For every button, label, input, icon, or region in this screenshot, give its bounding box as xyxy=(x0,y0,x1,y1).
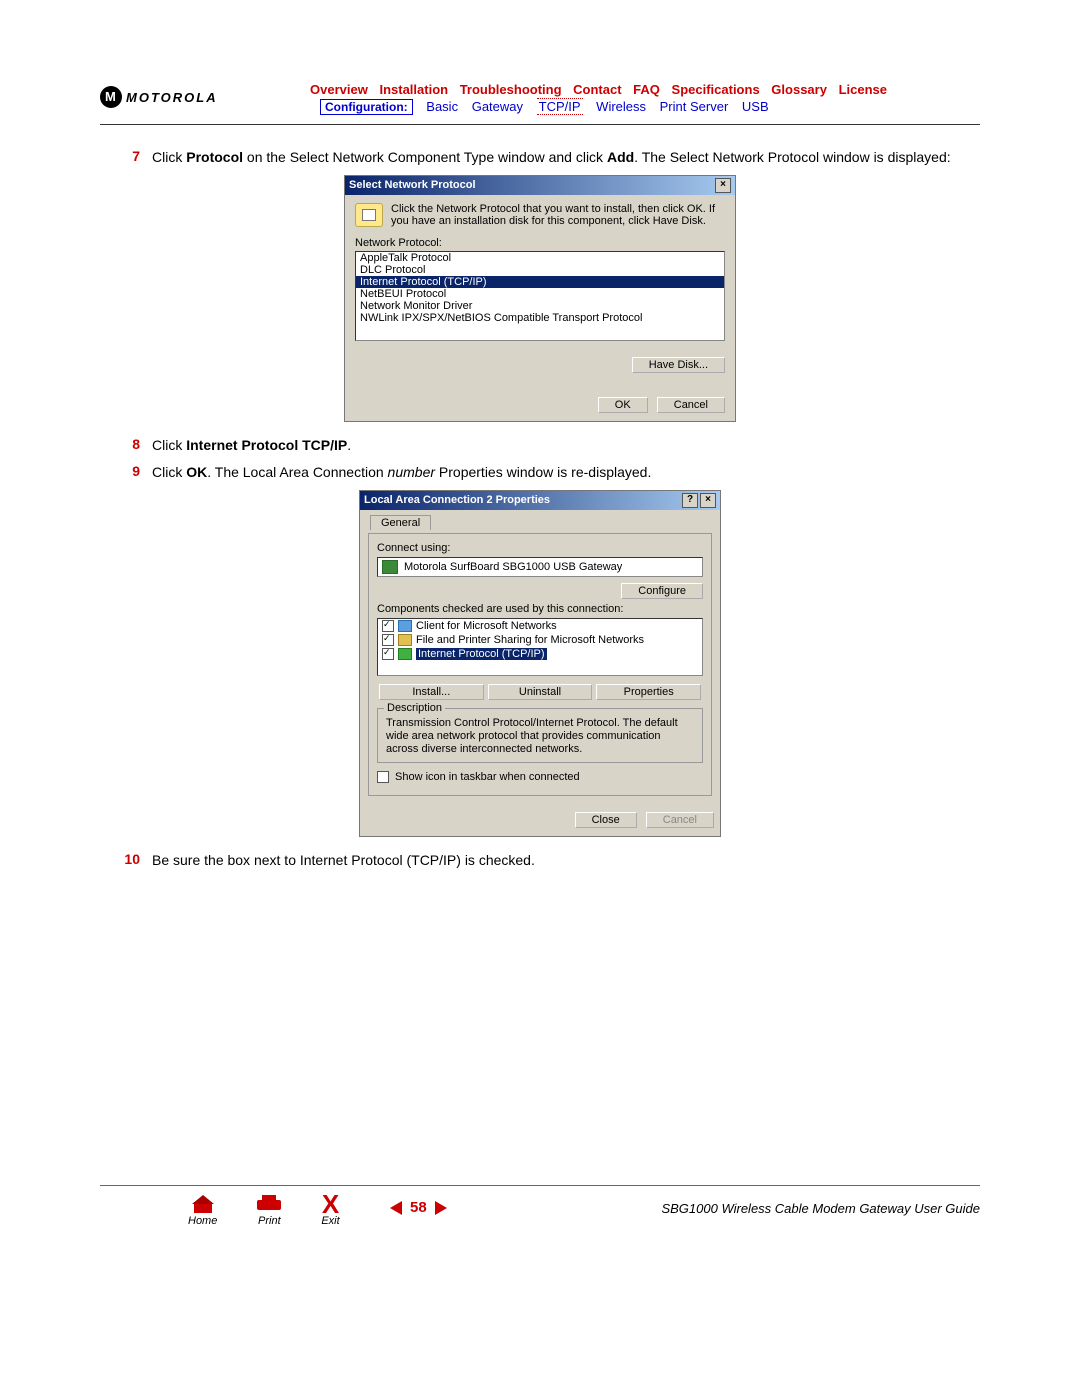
components-label: Components checked are used by this conn… xyxy=(377,603,703,615)
properties-button[interactable]: Properties xyxy=(596,684,701,700)
component-row[interactable]: File and Printer Sharing for Microsoft N… xyxy=(378,633,702,647)
list-item[interactable]: DLC Protocol xyxy=(356,264,724,276)
footer-divider xyxy=(100,1185,980,1186)
components-listbox[interactable]: Client for Microsoft Networks File and P… xyxy=(377,618,703,676)
subnav-usb[interactable]: USB xyxy=(742,99,769,114)
list-label: Network Protocol: xyxy=(355,237,725,249)
select-network-protocol-dialog: Select Network Protocol × Click the Netw… xyxy=(344,175,736,422)
have-disk-button[interactable]: Have Disk... xyxy=(632,357,725,373)
next-page-arrow-icon[interactable] xyxy=(435,1201,447,1215)
ok-button[interactable]: OK xyxy=(598,397,648,413)
dialog-title: Select Network Protocol xyxy=(349,179,476,191)
component-row[interactable]: Client for Microsoft Networks xyxy=(378,619,702,633)
print-link[interactable]: Print xyxy=(257,1195,281,1227)
network-adapter-icon xyxy=(382,560,398,574)
step-number: 10 xyxy=(100,851,152,870)
component-row-selected[interactable]: Internet Protocol (TCP/IP) xyxy=(378,647,702,661)
checkbox-icon[interactable] xyxy=(382,634,394,646)
list-item-selected[interactable]: Internet Protocol (TCP/IP) xyxy=(356,276,724,288)
lan-connection-properties-dialog: Local Area Connection 2 Properties ? × G… xyxy=(359,490,721,838)
step-text: Click OK. The Local Area Connection numb… xyxy=(152,463,980,482)
dialog-description: Click the Network Protocol that you want… xyxy=(391,203,725,227)
protocol-listbox[interactable]: AppleTalk Protocol DLC Protocol Internet… xyxy=(355,251,725,341)
step-8: 8 Click Internet Protocol TCP/IP. xyxy=(100,436,980,455)
nav-secondary: Configuration: Basic Gateway TCP/IP Wire… xyxy=(310,99,769,114)
motorola-mark-icon xyxy=(100,86,122,108)
list-item[interactable]: Network Monitor Driver xyxy=(356,300,724,312)
step-number: 7 xyxy=(100,148,152,167)
description-group: Description Transmission Control Protoco… xyxy=(377,708,703,764)
nav-specifications[interactable]: Specifications xyxy=(672,82,760,97)
description-legend: Description xyxy=(384,702,445,715)
tab-general[interactable]: General xyxy=(370,515,431,530)
nav-glossary[interactable]: Glossary xyxy=(771,82,827,97)
page-number: 58 xyxy=(410,1199,427,1216)
step-7: 7 Click Protocol on the Select Network C… xyxy=(100,148,980,167)
close-button[interactable]: × xyxy=(715,178,731,193)
checkbox-icon[interactable] xyxy=(377,771,389,783)
cancel-button: Cancel xyxy=(646,812,714,828)
exit-icon: X xyxy=(321,1195,339,1213)
close-button[interactable]: Close xyxy=(575,812,637,828)
step-10: 10 Be sure the box next to Internet Prot… xyxy=(100,851,980,870)
fileshare-icon xyxy=(398,634,412,646)
tcpip-icon xyxy=(398,648,412,660)
subnav-printserver[interactable]: Print Server xyxy=(660,99,729,114)
content-area: 7 Click Protocol on the Select Network C… xyxy=(100,148,980,878)
step-text: Click Protocol on the Select Network Com… xyxy=(152,148,980,167)
subnav-tcpip[interactable]: TCP/IP xyxy=(537,98,583,115)
dialog-title: Local Area Connection 2 Properties xyxy=(364,494,550,506)
nav-troubleshooting[interactable]: Troubleshooting xyxy=(460,82,562,97)
guide-title: SBG1000 Wireless Cable Modem Gateway Use… xyxy=(661,1201,980,1216)
page-footer: Home Print X Exit 58 SBG1000 Wireless Ca… xyxy=(100,1185,980,1255)
uninstall-button[interactable]: Uninstall xyxy=(488,684,593,700)
nav-license[interactable]: License xyxy=(839,82,887,97)
brand-logo: MOTOROLA xyxy=(100,86,218,108)
configure-button[interactable]: Configure xyxy=(621,583,703,599)
help-button[interactable]: ? xyxy=(682,493,698,508)
step-9: 9 Click OK. The Local Area Connection nu… xyxy=(100,463,980,482)
list-item[interactable]: AppleTalk Protocol xyxy=(356,252,724,264)
step-number: 8 xyxy=(100,436,152,455)
exit-link[interactable]: X Exit xyxy=(321,1195,339,1227)
page-navigator: 58 xyxy=(390,1199,447,1216)
show-icon-option[interactable]: Show icon in taskbar when connected xyxy=(377,771,703,783)
checkbox-icon[interactable] xyxy=(382,620,394,632)
prev-page-arrow-icon[interactable] xyxy=(390,1201,402,1215)
list-item[interactable]: NetBEUI Protocol xyxy=(356,288,724,300)
brand-text: MOTOROLA xyxy=(126,90,218,105)
header-divider xyxy=(100,124,980,125)
home-icon xyxy=(193,1195,213,1213)
protocol-icon xyxy=(355,203,383,227)
description-text: Transmission Control Protocol/Internet P… xyxy=(386,717,678,755)
home-link[interactable]: Home xyxy=(188,1195,217,1227)
nav-installation[interactable]: Installation xyxy=(379,82,448,97)
cancel-button[interactable]: Cancel xyxy=(657,397,725,413)
subnav-gateway[interactable]: Gateway xyxy=(472,99,523,114)
client-icon xyxy=(398,620,412,632)
checkbox-icon[interactable] xyxy=(382,648,394,660)
print-icon xyxy=(257,1195,281,1213)
subnav-basic[interactable]: Basic xyxy=(426,99,458,114)
subnav-wireless[interactable]: Wireless xyxy=(596,99,646,114)
nav-primary: Overview Installation Troubleshooting Co… xyxy=(310,82,895,97)
install-button[interactable]: Install... xyxy=(379,684,484,700)
nav-overview[interactable]: Overview xyxy=(310,82,368,97)
dialog-titlebar: Local Area Connection 2 Properties ? × xyxy=(360,491,720,510)
nav-contact[interactable]: Contact xyxy=(573,82,621,97)
nav-faq[interactable]: FAQ xyxy=(633,82,660,97)
close-button[interactable]: × xyxy=(700,493,716,508)
step-number: 9 xyxy=(100,463,152,482)
step-text: Be sure the box next to Internet Protoco… xyxy=(152,851,980,870)
adapter-field: Motorola SurfBoard SBG1000 USB Gateway xyxy=(377,557,703,577)
nav-configuration-label: Configuration: xyxy=(320,99,413,115)
dialog-titlebar: Select Network Protocol × xyxy=(345,176,735,195)
step-text: Click Internet Protocol TCP/IP. xyxy=(152,436,980,455)
connect-using-label: Connect using: xyxy=(377,542,703,554)
list-item[interactable]: NWLink IPX/SPX/NetBIOS Compatible Transp… xyxy=(356,312,724,324)
